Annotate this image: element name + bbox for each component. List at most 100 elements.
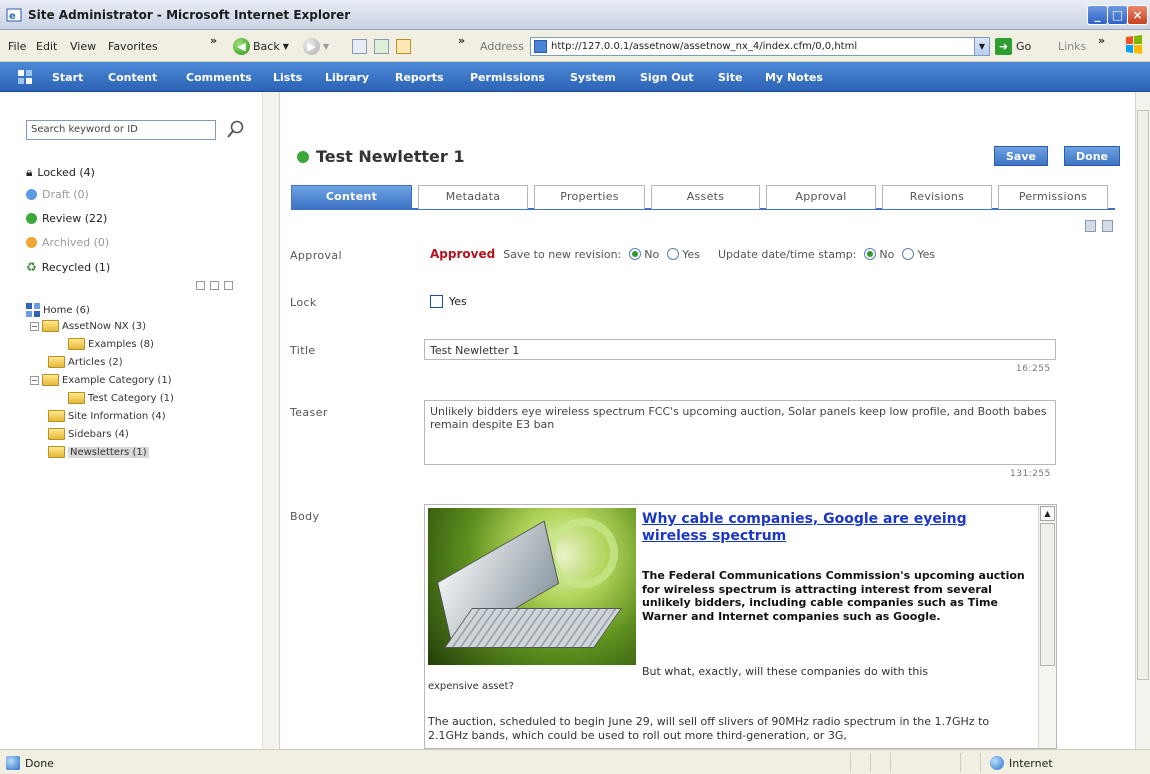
nav-start[interactable]: Start	[52, 71, 83, 84]
nav-reports[interactable]: Reports	[395, 71, 444, 84]
nav-permissions[interactable]: Permissions	[470, 71, 545, 84]
nav-lists[interactable]: Lists	[273, 71, 302, 84]
status-archived[interactable]: Archived (0)	[26, 236, 109, 249]
radio-selected[interactable]	[629, 248, 642, 260]
scroll-up-icon[interactable]: ▲	[1040, 506, 1055, 521]
chevron-more-icon[interactable]: »	[458, 34, 465, 47]
article-paragraph: The auction, scheduled to begin June 29,…	[428, 715, 990, 742]
tab-bar: Content Metadata Properties Assets Appro…	[291, 185, 1115, 210]
title-field[interactable]: Test Newletter 1	[424, 339, 1056, 360]
nav-site[interactable]: Site	[718, 71, 742, 84]
option-label: No	[879, 247, 895, 261]
svg-text:e: e	[9, 11, 16, 22]
page-scrollbar[interactable]	[1135, 92, 1150, 749]
forward-button[interactable]: ▶ ▼	[303, 37, 329, 55]
refresh-icon[interactable]	[374, 39, 389, 54]
refresh-tree-icon[interactable]	[224, 281, 233, 290]
minimize-button[interactable]: _	[1087, 5, 1108, 25]
address-dropdown-icon[interactable]: ▼	[974, 38, 989, 55]
security-zone: Internet	[990, 756, 1053, 770]
chevron-down-icon: ▼	[282, 41, 289, 51]
menu-view[interactable]: View	[70, 40, 96, 53]
radio-selected[interactable]	[864, 248, 877, 260]
copy-icon[interactable]	[1085, 220, 1096, 232]
go-button[interactable]: ➜ Go	[995, 38, 1031, 55]
update-stamp-yes[interactable]: Yes	[902, 248, 935, 261]
option-label: Yes	[917, 247, 936, 261]
tree-item-assetnow[interactable]: − AssetNow NX (3)	[30, 320, 146, 332]
done-button[interactable]: Done	[1064, 146, 1120, 166]
expand-all-icon[interactable]	[210, 281, 219, 290]
maximize-button[interactable]: □	[1107, 5, 1128, 25]
status-recycled[interactable]: ♻ Recycled (1)	[26, 260, 110, 274]
tree-item-newsletters[interactable]: Newsletters (1)	[48, 446, 149, 458]
save-revision-yes[interactable]: Yes	[667, 248, 700, 261]
tree-item-site-information[interactable]: Site Information (4)	[48, 410, 166, 422]
editor-scrollbar[interactable]: ▲	[1038, 505, 1056, 748]
save-revision-no[interactable]: No	[629, 248, 659, 261]
document-icon[interactable]	[1102, 220, 1113, 232]
scrollbar-track[interactable]	[265, 110, 278, 720]
status-draft[interactable]: Draft (0)	[26, 188, 89, 201]
links-label[interactable]: Links	[1058, 40, 1086, 53]
tab-metadata[interactable]: Metadata	[418, 185, 528, 209]
back-button[interactable]: ◀ Back ▼	[233, 37, 289, 55]
collapse-all-icon[interactable]	[196, 281, 205, 290]
nav-content[interactable]: Content	[108, 71, 157, 84]
nav-system[interactable]: System	[570, 71, 616, 84]
nav-sign-out[interactable]: Sign Out	[640, 71, 694, 84]
menu-file[interactable]: File	[8, 40, 26, 53]
update-stamp-no[interactable]: No	[864, 248, 894, 261]
scrollbar-thumb[interactable]	[1137, 110, 1149, 680]
search-input[interactable]: Search keyword or ID	[26, 120, 216, 140]
home-icon[interactable]	[396, 39, 411, 54]
tree-item-articles[interactable]: Articles (2)	[48, 356, 123, 368]
stop-icon[interactable]	[352, 39, 367, 54]
address-bar[interactable]: http://127.0.0.1/assetnow/assetnow_nx_4/…	[530, 37, 990, 56]
collapse-icon[interactable]: −	[30, 321, 39, 331]
tree-item-home[interactable]: Home (6)	[26, 303, 90, 317]
app-navigation: Start Content Comments Lists Library Rep…	[0, 62, 1150, 92]
body-label: Body	[290, 510, 320, 523]
article-headline-link[interactable]: Why cable companies, Google are eyeing w…	[642, 511, 1022, 545]
teaser-field[interactable]: Unlikely bidders eye wireless spectrum F…	[424, 400, 1056, 465]
radio-unselected[interactable]	[902, 248, 915, 260]
menu-edit[interactable]: Edit	[36, 40, 57, 53]
close-button[interactable]: ×	[1127, 5, 1148, 25]
tab-revisions[interactable]: Revisions	[882, 185, 992, 209]
menu-favorites[interactable]: Favorites	[108, 40, 158, 53]
tree-item-test-category[interactable]: Test Category (1)	[68, 392, 174, 404]
chevron-down-icon: ▼	[323, 41, 330, 51]
status-label: Draft (0)	[42, 188, 89, 201]
tab-permissions[interactable]: Permissions	[998, 185, 1108, 209]
status-locked[interactable]: 🔒︎ Locked (4)	[26, 165, 95, 180]
chevron-more-icon[interactable]: »	[1098, 34, 1105, 47]
body-editor[interactable]: Why cable companies, Google are eyeing w…	[424, 504, 1057, 749]
page-title-text: Test Newletter 1	[316, 147, 465, 166]
save-button[interactable]: Save	[994, 146, 1048, 166]
image-laptop-keyboard	[443, 608, 623, 648]
nav-comments[interactable]: Comments	[186, 71, 252, 84]
sidebar-scrollbar[interactable]	[262, 92, 279, 749]
go-arrow-icon: ➜	[995, 38, 1012, 55]
tab-properties[interactable]: Properties	[534, 185, 645, 209]
scrollbar-thumb[interactable]	[1040, 523, 1055, 666]
tree-item-examples[interactable]: Examples (8)	[68, 338, 154, 350]
chevron-more-icon[interactable]: »	[210, 34, 217, 47]
tab-approval[interactable]: Approval	[766, 185, 876, 209]
nav-library[interactable]: Library	[325, 71, 369, 84]
tree-item-example-category[interactable]: − Example Category (1)	[30, 374, 172, 386]
tab-content[interactable]: Content	[291, 185, 412, 209]
option-label: No	[644, 247, 660, 261]
tab-assets[interactable]: Assets	[651, 185, 760, 209]
address-url[interactable]: http://127.0.0.1/assetnow/assetnow_nx_4/…	[551, 41, 974, 52]
search-icon[interactable]	[226, 119, 246, 139]
lock-checkbox-row[interactable]: Yes	[430, 295, 467, 308]
tab-tools	[1085, 220, 1113, 232]
nav-my-notes[interactable]: My Notes	[765, 71, 823, 84]
radio-unselected[interactable]	[667, 248, 680, 260]
collapse-icon[interactable]: −	[30, 375, 39, 385]
lock-checkbox[interactable]	[430, 295, 443, 308]
status-review[interactable]: Review (22)	[26, 212, 107, 225]
tree-item-sidebars[interactable]: Sidebars (4)	[48, 428, 129, 440]
